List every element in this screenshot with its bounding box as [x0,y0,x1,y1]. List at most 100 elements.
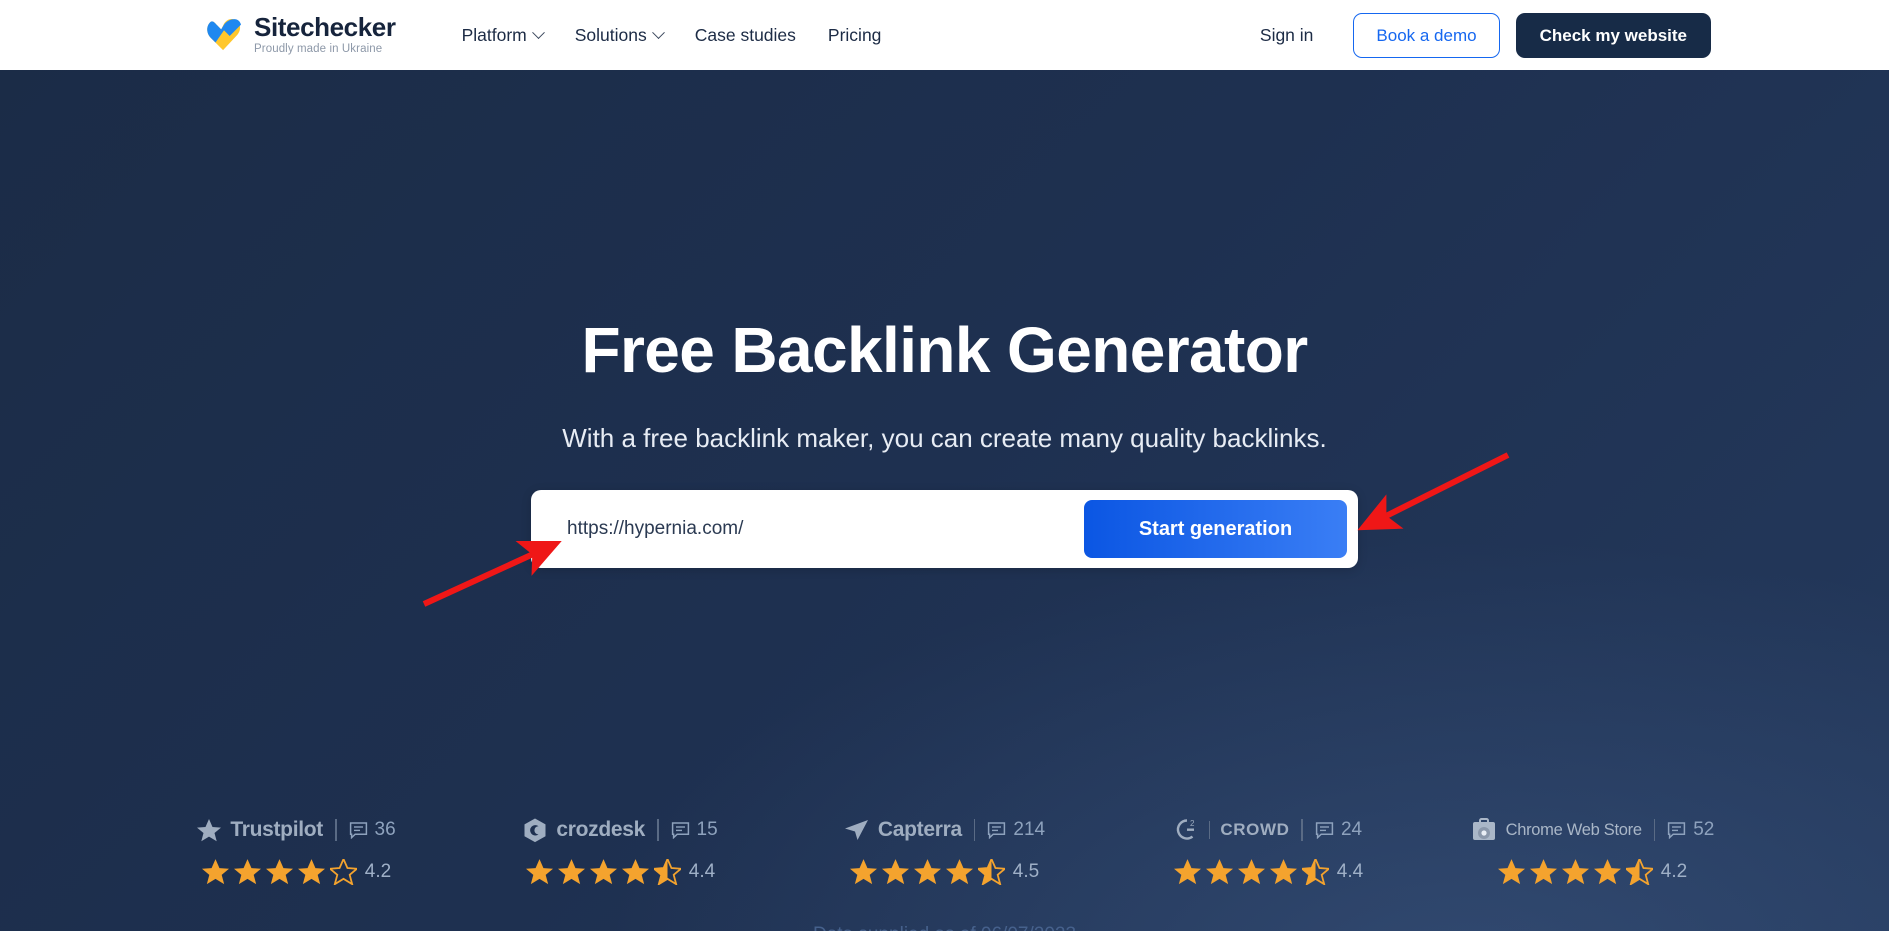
star-full-icon [1593,859,1621,885]
review-count: 52 [1667,819,1714,841]
review-count-value: 24 [1340,819,1363,840]
rating-head: Chrome Web Store 52 [1471,815,1714,845]
star-half-icon [653,859,681,885]
header-actions: Sign in Book a demo Check my website [1260,12,1711,58]
rating-score: 4.4 [688,861,716,882]
comment-icon [671,821,689,839]
nav-label-pricing: Pricing [827,24,882,45]
star-full-icon [1529,859,1557,885]
rating-head: 2 CROWD 24 [1175,815,1362,845]
star-full-icon [297,859,325,885]
divider [1208,821,1211,839]
divider [1301,819,1303,841]
star-rating: 4.4 [1173,859,1364,885]
rating-card-capterra: Capterra 214 4.5 [814,815,1076,885]
nav-label-platform: Platform [461,24,527,45]
review-count-value: 214 [1013,819,1046,840]
star-full-icon [1205,859,1233,885]
brand-name: crozdesk [556,818,645,841]
data-supplied-note: Data supplied as of 06/07/2023 [0,924,1889,931]
chevron-down-icon [651,25,665,39]
rating-card-trustpilot: Trustpilot 36 4.2 [166,815,428,885]
star-half-icon [1625,859,1653,885]
rating-card-crozdesk: crozdesk 15 4.4 [490,815,752,885]
logo-tagline: Proudly made in Ukraine [254,43,383,56]
star-rating: 4.5 [849,859,1040,885]
nav-label-case-studies: Case studies [694,24,796,45]
star-full-icon [621,859,649,885]
ratings-row: Trustpilot 36 4.2 crozdesk 15 4.4 Capter… [0,815,1889,885]
comment-icon [1315,821,1334,839]
chrome-web-store-icon [1472,818,1495,840]
rating-head: crozdesk 15 [523,815,718,845]
url-input[interactable] [531,518,1084,540]
g2-crowd-icon: 2 [1176,819,1195,840]
star-rating: 4.2 [201,859,392,885]
star-full-icon [589,859,617,885]
star-half-icon [1301,859,1329,885]
star-empty-icon [329,859,357,885]
star-full-icon [945,859,973,885]
star-full-icon [913,859,941,885]
review-count: 24 [1315,819,1362,841]
star-full-icon [557,859,585,885]
review-count: 214 [987,819,1045,841]
logo-title: Sitechecker [254,12,396,43]
page-subtitle: With a free backlink maker, you can crea… [562,423,1327,453]
comment-icon [1668,821,1686,839]
divider [973,819,976,841]
star-full-icon [1237,859,1265,885]
nav-item-platform[interactable]: Platform [461,24,545,46]
star-full-icon [1269,859,1297,885]
site-logo[interactable]: Sitechecker Proudly made in Ukraine [205,14,396,56]
star-full-icon [233,859,261,885]
rating-head: Capterra 214 [844,815,1045,845]
star-full-icon [1561,859,1589,885]
brand-name: Chrome Web Store [1505,820,1642,839]
review-count: 36 [349,819,396,841]
review-count-value: 52 [1693,819,1715,840]
star-rating: 4.4 [525,859,716,885]
crozdesk-hex-icon [524,818,546,842]
review-count-value: 36 [374,819,396,840]
brand-name: Trustpilot [230,818,324,841]
divider [657,819,659,841]
star-full-icon [849,859,877,885]
nav-label-solutions: Solutions [574,24,647,45]
book-a-demo-button[interactable]: Book a demo [1353,12,1500,58]
rating-score: 4.5 [1012,861,1040,882]
nav-item-solutions[interactable]: Solutions [574,24,665,46]
divider [335,819,337,841]
star-full-icon [1173,859,1201,885]
star-full-icon [201,859,229,885]
star-full-icon [265,859,293,885]
check-my-website-button[interactable]: Check my website [1515,12,1711,58]
star-full-icon [525,859,553,885]
brand-name: Capterra [877,818,962,841]
star-full-icon [881,859,909,885]
svg-text:2: 2 [1190,819,1195,828]
star-half-icon [977,859,1005,885]
main-navigation: Platform Solutions Case studies Pricing [462,25,882,46]
sign-in-link[interactable]: Sign in [1260,25,1314,46]
rating-card-chrome-web-store: Chrome Web Store 52 4.2 [1462,815,1724,885]
comment-icon [988,821,1006,839]
capterra-arrow-icon [844,820,868,840]
rating-card-g2crowd: 2 CROWD 24 4.4 [1138,815,1400,885]
chevron-down-icon [531,25,545,39]
page-title: Free Backlink Generator [581,314,1308,386]
review-count-value: 15 [696,819,718,840]
url-search-bar: Start generation [531,490,1358,568]
start-generation-button[interactable]: Start generation [1084,500,1347,558]
comment-icon [349,821,367,839]
rating-score: 4.2 [1660,861,1688,882]
review-count: 15 [671,819,718,841]
heart-check-logo-icon [207,18,241,51]
rating-score: 4.2 [364,861,392,882]
rating-score: 4.4 [1336,861,1364,882]
rating-head: Trustpilot 36 [197,815,396,845]
nav-item-case-studies[interactable]: Case studies [695,25,796,46]
brand-name: CROWD [1220,820,1290,839]
hero-section: Free Backlink Generator With a free back… [0,70,1889,931]
nav-item-pricing[interactable]: Pricing [828,25,882,46]
